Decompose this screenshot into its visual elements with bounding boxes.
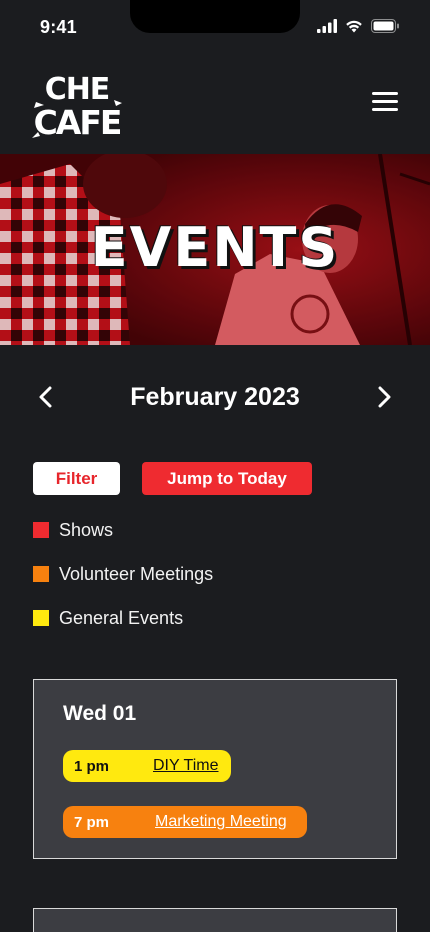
legend-swatch xyxy=(33,610,49,626)
che-cafe-logo[interactable]: CHE CAFE xyxy=(30,68,124,138)
status-icons xyxy=(317,19,400,33)
day-card xyxy=(33,908,397,932)
logo-line-1: CHE xyxy=(45,72,110,107)
chevron-right-icon[interactable] xyxy=(374,385,394,409)
day-title: Wed 01 xyxy=(63,702,137,725)
legend-label: Shows xyxy=(59,519,114,540)
legend-label: General Events xyxy=(59,607,184,628)
event-name-link[interactable]: DIY Time xyxy=(153,757,219,775)
legend-item-volunteer-meetings: Volunteer Meetings xyxy=(33,561,213,587)
legend-label: Volunteer Meetings xyxy=(59,563,214,584)
day-card: Wed 01 1 pm DIY Time 7 pm Marketing Meet… xyxy=(33,679,397,859)
notch xyxy=(130,0,300,33)
header: CHE CAFE xyxy=(0,54,430,154)
event-time: 7 pm xyxy=(74,813,110,831)
event-time: 1 pm xyxy=(74,757,110,775)
filter-button[interactable]: Filter xyxy=(33,462,120,495)
hero-title: EVENTS xyxy=(90,216,340,279)
status-bar: 9:41 xyxy=(0,0,430,54)
wifi-icon xyxy=(346,20,362,33)
event-pill[interactable]: 1 pm DIY Time xyxy=(63,750,231,782)
battery-icon xyxy=(371,19,399,33)
status-time: 9:41 xyxy=(40,17,77,37)
jump-to-today-button[interactable]: Jump to Today xyxy=(142,462,312,495)
current-month-label: February 2023 xyxy=(130,383,300,411)
logo-line-2: CAFE xyxy=(34,103,121,138)
legend-item-general-events: General Events xyxy=(33,605,213,631)
legend-item-shows: Shows xyxy=(33,517,213,543)
events-hero-banner: EVENTS xyxy=(0,154,430,345)
event-name-link[interactable]: Marketing Meeting xyxy=(155,813,287,831)
month-navigation: February 2023 xyxy=(0,375,430,419)
legend-swatch xyxy=(33,566,49,582)
event-type-legend: Shows Volunteer Meetings General Events xyxy=(33,517,213,649)
event-pill[interactable]: 7 pm Marketing Meeting xyxy=(63,806,307,838)
legend-swatch xyxy=(33,522,49,538)
hamburger-menu-icon[interactable] xyxy=(372,92,398,112)
signal-icon xyxy=(317,19,337,33)
